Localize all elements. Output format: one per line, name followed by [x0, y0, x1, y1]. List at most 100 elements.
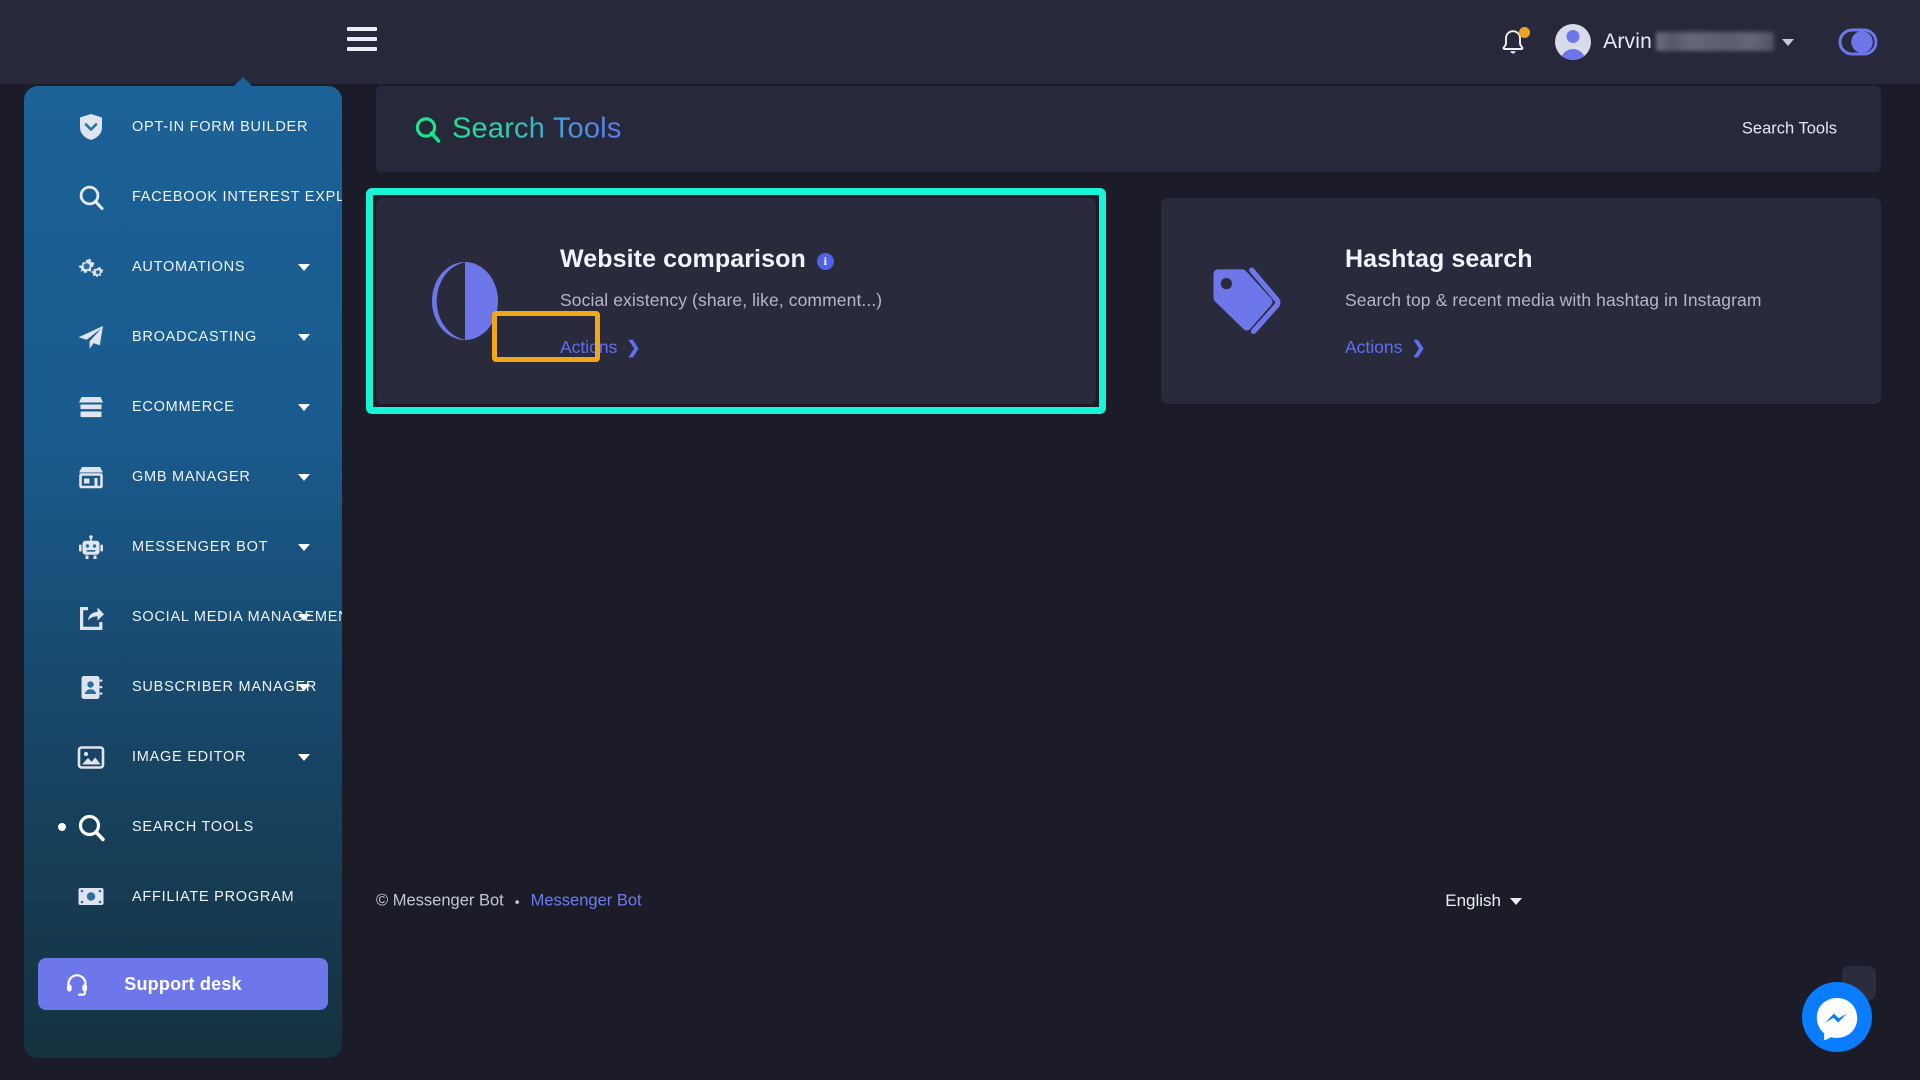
- chevron-right-icon: ❯: [1411, 337, 1426, 357]
- tool-card-hashtag-search[interactable]: Hashtag search Search top & recent media…: [1161, 198, 1881, 404]
- contact-book-icon: [76, 672, 106, 702]
- chevron-down-icon[interactable]: [298, 264, 310, 271]
- card-description: Search top & recent media with hashtag i…: [1345, 289, 1762, 310]
- sidebar-item-label: FACEBOOK INTEREST EXPLORER: [132, 189, 342, 205]
- card-content: Website comparison i Social existency (s…: [560, 245, 1096, 358]
- sidebar-item-affiliate-program[interactable]: AFFILIATE PROGRAM: [24, 862, 342, 932]
- card-title: Website comparison: [560, 244, 806, 273]
- shop-icon: [76, 462, 106, 492]
- sidebar-item-subscriber-manager[interactable]: SUBSCRIBER MANAGER: [24, 652, 342, 722]
- chevron-down-icon[interactable]: [1782, 38, 1794, 46]
- storefront-icon: [76, 392, 106, 422]
- tags-icon: [1209, 260, 1291, 342]
- money-icon: [76, 882, 106, 912]
- page-title: Search Tools: [452, 112, 622, 145]
- sidebar-item-ecommerce[interactable]: ECOMMERCE: [24, 372, 342, 442]
- chevron-down-icon[interactable]: [298, 334, 310, 341]
- top-header-bar: Arvin: [0, 0, 1920, 84]
- avatar-body: [1560, 49, 1586, 60]
- card-description: Social existency (share, like, comment..…: [560, 289, 883, 310]
- chevron-down-icon[interactable]: [298, 474, 310, 481]
- gears-icon: [76, 252, 106, 282]
- chevron-down-icon[interactable]: [298, 404, 310, 411]
- search-icon: [76, 812, 106, 842]
- shield-chevron-icon: [76, 112, 106, 142]
- sidebar-item-gmb-manager[interactable]: GMB MANAGER: [24, 442, 342, 512]
- search-icon: [76, 182, 106, 212]
- hamburger-bar: [347, 27, 377, 31]
- sidebar-item-messenger-bot[interactable]: MESSENGER BOT: [24, 512, 342, 582]
- language-selector[interactable]: English: [1445, 891, 1522, 911]
- headset-icon: [64, 971, 90, 997]
- sidebar-item-search-tools[interactable]: SEARCH TOOLS: [24, 792, 342, 862]
- card-title-row: Hashtag search: [1345, 245, 1857, 274]
- sidebar-item-label: GMB MANAGER: [132, 469, 251, 485]
- chevron-down-icon[interactable]: [298, 684, 310, 691]
- chevron-right-icon: ❯: [626, 337, 641, 357]
- toggle-contrast-icon: [1838, 28, 1878, 56]
- breadcrumb[interactable]: Search Tools: [1742, 120, 1837, 139]
- footer-link[interactable]: Messenger Bot: [531, 892, 642, 911]
- sidebar-pointer: [232, 77, 254, 88]
- image-icon: [76, 742, 106, 772]
- card-title: Hashtag search: [1345, 244, 1533, 273]
- chevron-down-icon[interactable]: [298, 754, 310, 761]
- sidebar-item-label: BROADCASTING: [132, 329, 258, 345]
- hamburger-menu-icon[interactable]: [347, 27, 377, 51]
- sidebar-item-automations[interactable]: AUTOMATIONS: [24, 232, 342, 302]
- sidebar-item-label: SOCIAL MEDIA MANAGEMENT: [132, 609, 342, 625]
- hamburger-bar: [347, 47, 377, 51]
- card-actions-link[interactable]: Actions ❯: [560, 337, 641, 358]
- tools-card-grid: Website comparison i Social existency (s…: [366, 188, 1881, 414]
- sidebar-item-label: SEARCH TOOLS: [132, 819, 255, 835]
- card-actions-link[interactable]: Actions ❯: [1345, 337, 1426, 358]
- footer-copyright-group: © Messenger Bot • Messenger Bot: [376, 892, 642, 911]
- redacted-user-detail: [1656, 32, 1774, 51]
- card-actions-label: Actions: [1345, 336, 1403, 357]
- avatar-head: [1566, 30, 1580, 43]
- chevron-down-icon: [1510, 897, 1522, 905]
- info-icon[interactable]: i: [816, 252, 834, 270]
- sidebar-item-label: SUBSCRIBER MANAGER: [132, 679, 318, 695]
- sidebar-item-label: AUTOMATIONS: [132, 259, 246, 275]
- sidebar-item-label: IMAGE EDITOR: [132, 749, 247, 765]
- user-menu-button[interactable]: Arvin: [1603, 30, 1794, 54]
- sidebar-item-social-media-management[interactable]: SOCIAL MEDIA MANAGEMENT: [24, 582, 342, 652]
- notification-badge: [1519, 27, 1531, 38]
- contrast-circle-icon: [424, 260, 506, 342]
- card-content: Hashtag search Search top & recent media…: [1345, 245, 1881, 358]
- support-desk-button[interactable]: Support desk: [38, 958, 328, 1010]
- chevron-down-icon[interactable]: [298, 544, 310, 551]
- sidebar-item-broadcasting[interactable]: BROADCASTING: [24, 302, 342, 372]
- sidebar-item-image-editor[interactable]: IMAGE EDITOR: [24, 722, 342, 792]
- sidebar-item-label: ECOMMERCE: [132, 399, 235, 415]
- card-title-row: Website comparison i: [560, 245, 1072, 274]
- messenger-chat-button[interactable]: [1802, 982, 1872, 1052]
- sidebar: OPT-IN FORM BUILDER FACEBOOK INTEREST EX…: [24, 86, 342, 1058]
- page-header-panel: Search Tools Search Tools: [376, 86, 1881, 172]
- avatar[interactable]: [1555, 24, 1592, 60]
- app-root: Arvin OPT-IN FORM BUILDER FACEBOOK INTER…: [0, 0, 1920, 1080]
- sidebar-item-label: AFFILIATE PROGRAM: [132, 889, 295, 905]
- notification-bell-button[interactable]: [1493, 22, 1533, 62]
- robot-icon: [76, 532, 106, 562]
- chevron-down-icon[interactable]: [298, 614, 310, 621]
- hamburger-bar: [347, 37, 377, 41]
- active-indicator-dot: [58, 823, 66, 831]
- footer-copyright: © Messenger Bot: [376, 891, 504, 910]
- card-actions-label: Actions: [560, 336, 618, 357]
- search-icon: [414, 115, 442, 143]
- sidebar-item-label: MESSENGER BOT: [132, 539, 269, 555]
- share-icon: [76, 602, 106, 632]
- messenger-icon: [1816, 998, 1858, 1040]
- user-name-label: Arvin: [1603, 30, 1652, 53]
- dark-mode-toggle-icon[interactable]: [1836, 27, 1880, 57]
- support-desk-label: Support desk: [124, 973, 242, 994]
- language-label: English: [1445, 891, 1501, 910]
- sidebar-item-opt-in-form-builder[interactable]: OPT-IN FORM BUILDER: [24, 92, 342, 162]
- paper-plane-icon: [76, 322, 106, 352]
- tool-card-website-comparison[interactable]: Website comparison i Social existency (s…: [366, 188, 1106, 414]
- header-actions: Arvin: [1493, 0, 1880, 84]
- sidebar-item-label: OPT-IN FORM BUILDER: [132, 119, 309, 135]
- sidebar-item-facebook-interest-explorer[interactable]: FACEBOOK INTEREST EXPLORER: [24, 162, 342, 232]
